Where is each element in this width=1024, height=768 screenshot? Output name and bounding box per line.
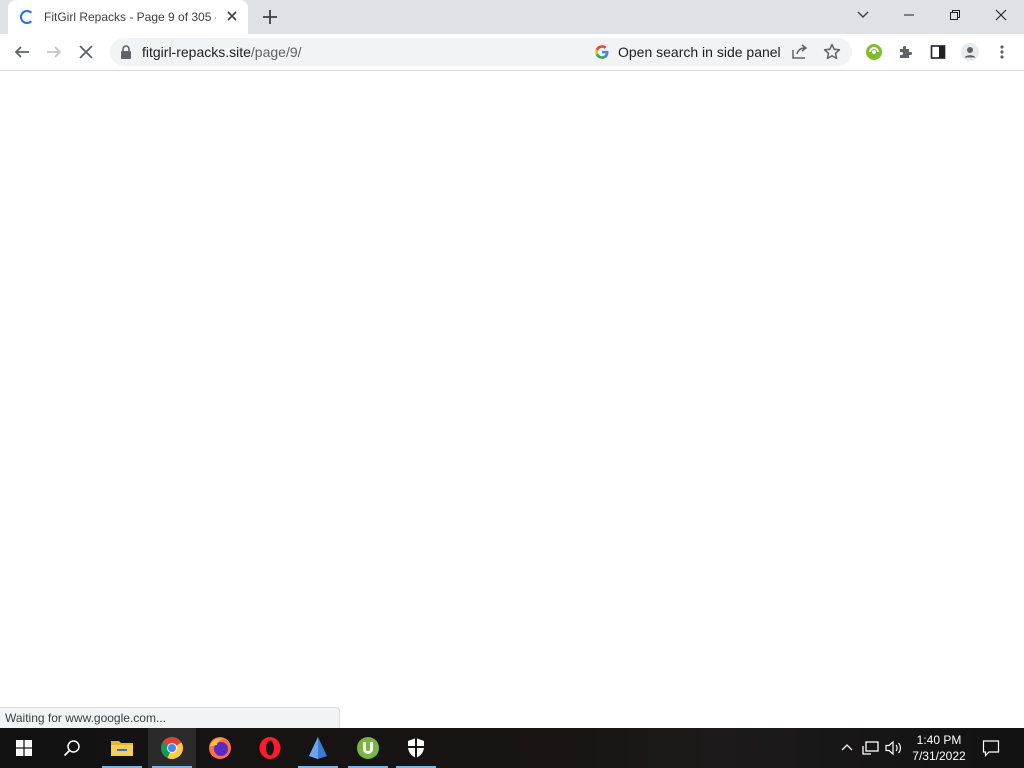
tab-active[interactable]: FitGirl Repacks - Page 9 of 305 -: [8, 0, 248, 34]
network-icon: [862, 741, 879, 755]
page-content: [0, 71, 1024, 728]
shield-icon: [408, 738, 424, 758]
url-domain: fitgirl-repacks.site: [142, 44, 251, 60]
start-button[interactable]: [0, 728, 48, 768]
firefox-icon: [209, 737, 231, 759]
puzzle-piece-icon: [900, 46, 912, 58]
extension-logo-icon: [866, 44, 882, 60]
open-search-side-panel-button[interactable]: Open search in side panel: [586, 38, 787, 66]
tab-strip: FitGirl Repacks - Page 9 of 305 -: [0, 0, 1024, 34]
speaker-icon: [885, 740, 901, 756]
tab-title: FitGirl Repacks - Page 9 of 305 -: [44, 10, 216, 24]
avatar-icon: [961, 43, 979, 61]
more-vertical-icon: [1000, 45, 1004, 59]
opera-taskbar-button[interactable]: [246, 728, 294, 768]
minimize-button[interactable]: [886, 0, 932, 30]
menu-button[interactable]: [988, 38, 1016, 66]
blue-shard-icon: [309, 737, 327, 759]
notification-icon: [982, 740, 1000, 757]
profile-button[interactable]: [956, 38, 984, 66]
folder-icon: [111, 741, 133, 756]
restore-icon: [950, 10, 960, 20]
windows-logo-icon: [16, 740, 32, 756]
volume-button[interactable]: [884, 738, 904, 758]
close-window-button[interactable]: [978, 0, 1024, 30]
arrow-right-icon: [47, 46, 62, 58]
clock[interactable]: 1:40 PM 7/31/2022: [904, 732, 974, 764]
file-explorer-button[interactable]: [98, 728, 146, 768]
side-panel-label: Open search in side panel: [618, 44, 781, 60]
utorrent-icon: [357, 737, 379, 759]
tab-search-button[interactable]: [840, 0, 886, 30]
status-bubble: Waiting for www.google.com...: [0, 707, 340, 728]
url-text[interactable]: fitgirl-repacks.site/page/9/: [142, 44, 302, 60]
action-center-button[interactable]: [981, 738, 1001, 758]
side-panel-button[interactable]: [924, 38, 952, 66]
chevron-up-icon: [841, 744, 853, 751]
utorrent-taskbar-button[interactable]: [344, 728, 392, 768]
arrow-left-icon: [14, 46, 29, 58]
app-taskbar-button[interactable]: [294, 728, 342, 768]
back-button[interactable]: [8, 38, 36, 66]
side-panel-icon: [930, 45, 946, 59]
search-icon: [63, 740, 80, 757]
search-button[interactable]: [48, 728, 96, 768]
chrome-icon: [161, 737, 183, 759]
url-path: /page/9/: [250, 44, 302, 60]
minimize-icon: [904, 14, 914, 16]
taskbar: 1:40 PM 7/31/2022: [0, 728, 1024, 768]
chevron-down-icon: [857, 11, 869, 18]
browser-toolbar: fitgirl-repacks.site/page/9/ Open search…: [0, 34, 1024, 71]
stop-loading-button[interactable]: [72, 38, 100, 66]
google-icon: [595, 45, 609, 59]
show-hidden-icons-button[interactable]: [837, 738, 857, 758]
lock-icon[interactable]: [120, 45, 132, 59]
share-icon[interactable]: [790, 42, 810, 62]
firefox-taskbar-button[interactable]: [196, 728, 244, 768]
loading-spinner-icon: [20, 10, 34, 24]
address-bar[interactable]: fitgirl-repacks.site/page/9/ Open search…: [110, 38, 852, 66]
opera-icon: [259, 737, 281, 759]
close-icon: [79, 45, 93, 59]
close-icon: [995, 9, 1007, 21]
extensions-button[interactable]: [892, 38, 920, 66]
chrome-taskbar-button[interactable]: [148, 728, 196, 768]
clock-time: 1:40 PM: [916, 733, 962, 747]
close-tab-icon[interactable]: [224, 8, 240, 24]
forward-button[interactable]: [40, 38, 68, 66]
star-bookmark-icon[interactable]: [822, 42, 842, 62]
extension-button[interactable]: [860, 38, 888, 66]
clock-date: 7/31/2022: [912, 749, 966, 763]
network-button[interactable]: [861, 738, 881, 758]
security-taskbar-button[interactable]: [392, 728, 440, 768]
restore-button[interactable]: [932, 0, 978, 30]
new-tab-button[interactable]: [258, 5, 282, 29]
